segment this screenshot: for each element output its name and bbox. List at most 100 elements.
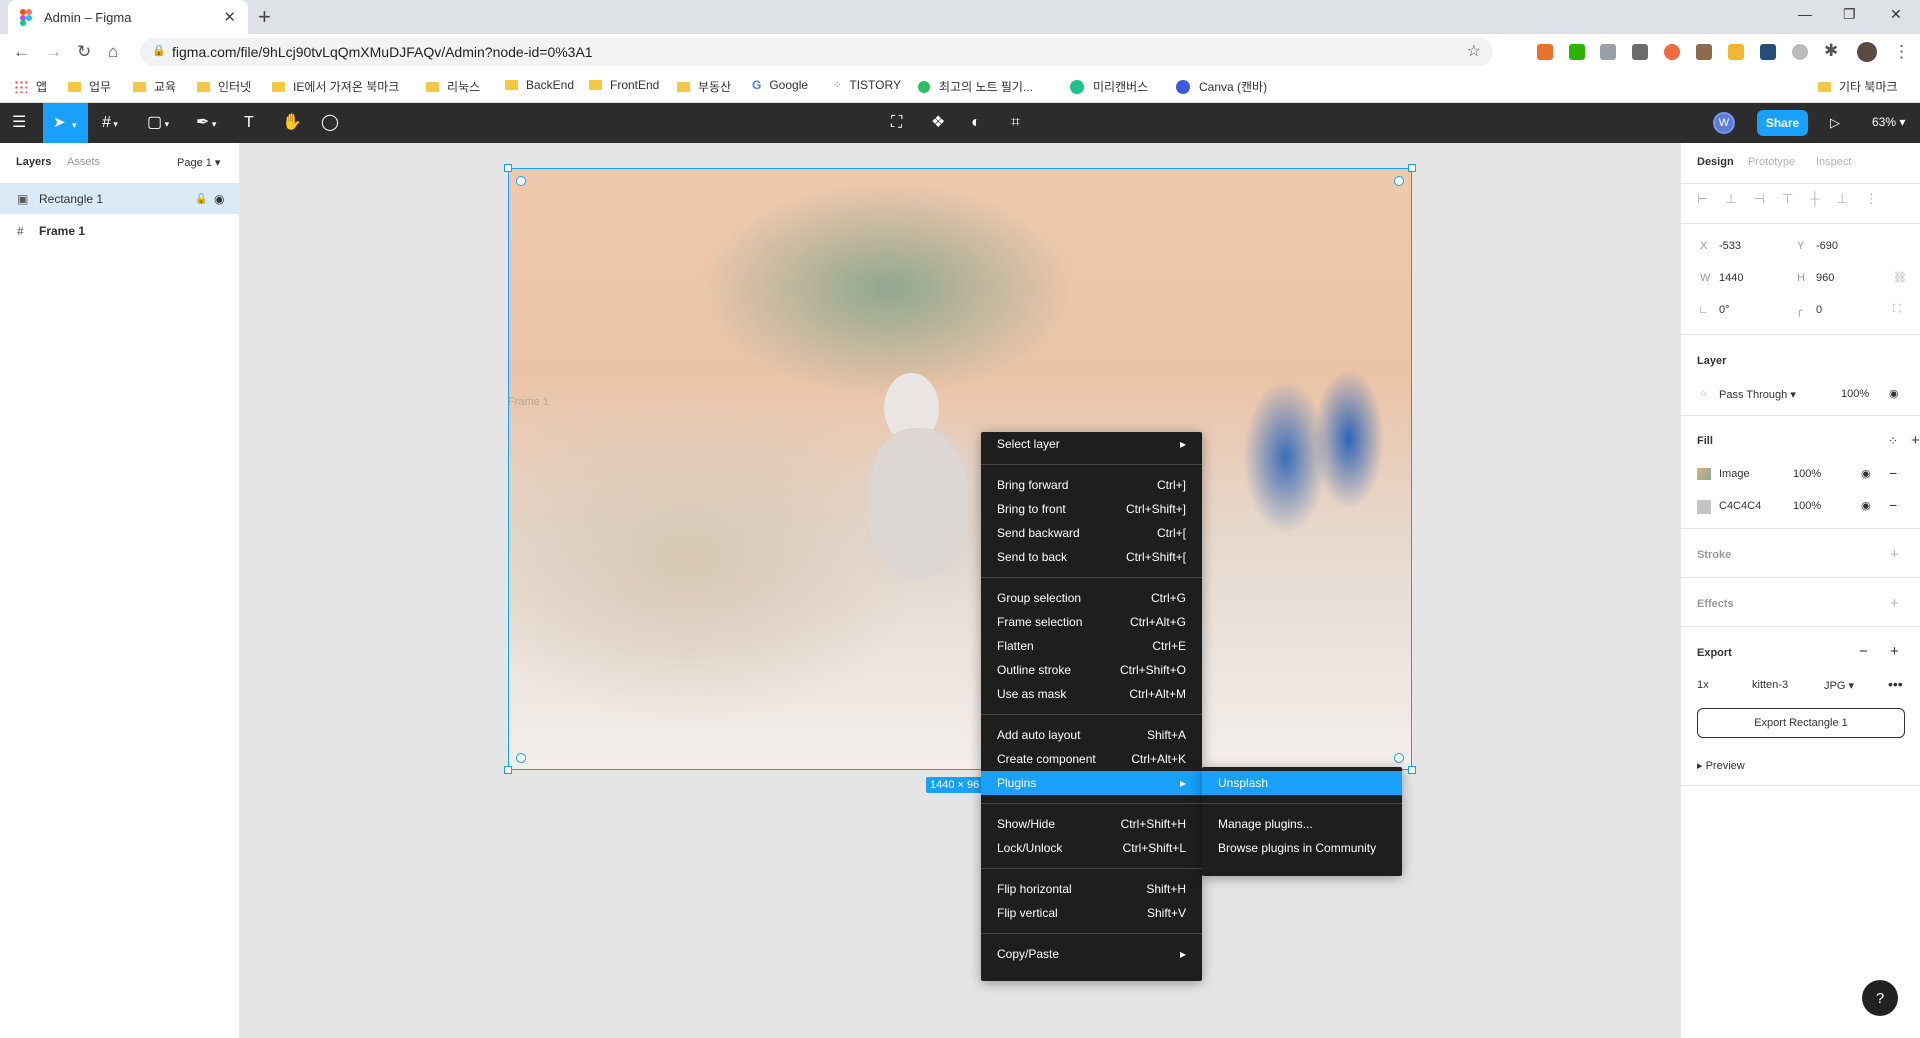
menu-item-bring-to-front[interactable]: Bring to front Ctrl+Shift+] [981, 497, 1202, 521]
extension-icon-4[interactable] [1632, 44, 1648, 60]
corner-radius-handle[interactable] [516, 753, 526, 763]
crop-icon[interactable]: ⌗ [1011, 113, 1020, 133]
frame-tool-icon[interactable]: # ▾ [102, 113, 118, 134]
page-selector[interactable]: Page 1 ▾ [177, 156, 220, 169]
canvas[interactable]: Frame 1 1440 × 96 [240, 143, 1680, 1038]
browser-tab[interactable]: Admin – Figma ✕ [8, 0, 248, 34]
back-icon[interactable]: ← [13, 42, 30, 62]
y-input[interactable]: -690 [1816, 240, 1838, 252]
naver-extension-icon[interactable] [1569, 44, 1585, 60]
menu-item-outline-stroke[interactable]: Outline stroke Ctrl+Shift+O [981, 658, 1202, 682]
menu-item-group-selection[interactable]: Group selection Ctrl+G [981, 586, 1202, 610]
menu-item-manage-plugins[interactable]: Manage plugins... [1202, 812, 1402, 836]
bookmark-folder[interactable]: 부동산 [677, 78, 731, 95]
tab-assets[interactable]: Assets [67, 156, 100, 168]
hand-tool-icon[interactable]: ✋ [282, 113, 302, 133]
x-input[interactable]: -533 [1719, 240, 1741, 252]
main-menu-icon[interactable]: ☰ [12, 113, 26, 133]
bookmark-tistory[interactable]: ⁘ TISTORY [833, 78, 901, 92]
bookmark-folder[interactable]: 업무 [68, 78, 111, 95]
add-effect-icon[interactable]: + [1890, 595, 1899, 612]
menu-item-flip-horizontal[interactable]: Flip horizontal Shift+H [981, 877, 1202, 901]
color-fill-swatch[interactable] [1697, 500, 1711, 514]
tab-prototype[interactable]: Prototype [1748, 156, 1795, 168]
bookmark-google[interactable]: G Google [752, 78, 808, 92]
corner-radius-handle[interactable] [1394, 753, 1404, 763]
blend-mode-select[interactable]: Pass Through ▾ [1719, 388, 1796, 401]
rotation-input[interactable]: 0° [1719, 304, 1730, 316]
preview-toggle[interactable]: ▸ Preview [1697, 759, 1745, 772]
star-icon[interactable]: ☆ [1467, 41, 1481, 61]
menu-item-frame-selection[interactable]: Frame selection Ctrl+Alt+G [981, 610, 1202, 634]
export-format-select[interactable]: JPG ▾ [1824, 679, 1854, 692]
add-export-icon[interactable]: + [1890, 643, 1899, 660]
corner-radius-handle[interactable] [516, 176, 526, 186]
corner-radius-handle[interactable] [1394, 176, 1404, 186]
eye-icon[interactable]: ◉ [1861, 499, 1871, 512]
extension-icon-9[interactable] [1792, 44, 1808, 60]
bookmark-folder[interactable]: BackEnd [505, 78, 574, 92]
menu-item-create-component[interactable]: Create component Ctrl+Alt+K [981, 747, 1202, 771]
user-avatar[interactable]: W [1713, 112, 1735, 134]
bookmark-folder[interactable]: IE에서 가져온 북마크 [272, 78, 399, 95]
menu-item-add-auto-layout[interactable]: Add auto layout Shift+A [981, 723, 1202, 747]
eye-icon[interactable]: ◉ [1889, 387, 1899, 400]
corner-radius-input[interactable]: 0 [1816, 304, 1822, 316]
profile-avatar[interactable] [1857, 42, 1877, 62]
menu-item-flip-vertical[interactable]: Flip vertical Shift+V [981, 901, 1202, 925]
shape-tool-icon[interactable]: ▢ ▾ [147, 113, 169, 134]
menu-item-copy-paste[interactable]: Copy/Paste ▸ [981, 942, 1202, 966]
layer-row-frame-1[interactable]: # Frame 1 [0, 216, 240, 246]
independent-corners-icon[interactable]: ⛶ [1893, 303, 1901, 316]
comment-tool-icon[interactable]: ◯ [321, 113, 339, 133]
fill-name[interactable]: C4C4C4 [1719, 500, 1761, 512]
align-tools[interactable]: ⊢⊥⊣⊤┼⊥⋮ [1697, 191, 1895, 207]
export-button[interactable]: Export Rectangle 1 [1697, 708, 1905, 738]
present-play-icon[interactable]: ▷ [1830, 113, 1840, 133]
fill-opacity[interactable]: 100% [1793, 500, 1821, 512]
bookmark-miricanvas[interactable]: 미리캔버스 [1070, 78, 1148, 95]
vuetify-extension-icon[interactable] [1600, 44, 1616, 60]
bookmark-folder[interactable]: FrontEnd [589, 78, 659, 92]
bookmark-other-folder[interactable]: 기타 북마크 [1818, 78, 1898, 95]
resize-handle[interactable] [504, 766, 512, 774]
minimize-icon[interactable]: — [1798, 6, 1812, 22]
fill-opacity[interactable]: 100% [1793, 468, 1821, 480]
menu-item-select-layer[interactable]: Select layer ▸ [981, 432, 1202, 456]
window-close-icon[interactable]: ✕ [1890, 6, 1902, 23]
bookmark-evernote[interactable]: 최고의 노트 필기... [918, 78, 1033, 95]
resize-handle[interactable] [504, 164, 512, 172]
constrain-proportions-icon[interactable]: ⛓ [1893, 271, 1907, 284]
pen-tool-icon[interactable]: ✒ ▾ [196, 113, 216, 134]
zoom-dropdown[interactable]: 63% ▾ [1872, 115, 1905, 129]
menu-item-bring-forward[interactable]: Bring forward Ctrl+] [981, 473, 1202, 497]
help-button[interactable]: ? [1862, 980, 1898, 1016]
menu-item-flatten[interactable]: Flatten Ctrl+E [981, 634, 1202, 658]
text-tool-icon[interactable]: T [244, 113, 254, 133]
move-tool-button[interactable]: ➤ ▾ [43, 103, 88, 143]
menu-item-send-backward[interactable]: Send backward Ctrl+[ [981, 521, 1202, 545]
menu-item-plugins[interactable]: Plugins ▸ [981, 771, 1202, 795]
menu-item-browse-plugins[interactable]: Browse plugins in Community [1202, 836, 1402, 860]
extension-icon-6[interactable] [1696, 44, 1712, 60]
remove-fill-icon[interactable]: − [1889, 497, 1897, 513]
url-input[interactable]: 🔒 figma.com/file/9hLcj90tvLqQmXMuDJFAQv/… [140, 38, 1493, 66]
new-tab-icon[interactable]: + [258, 4, 271, 30]
tab-layers[interactable]: Layers [16, 156, 51, 168]
tab-design[interactable]: Design [1697, 156, 1734, 168]
share-button[interactable]: Share [1757, 110, 1808, 136]
home-icon[interactable]: ⌂ [108, 42, 118, 62]
fill-styles-icon[interactable]: ⁘ [1888, 434, 1898, 448]
eye-icon[interactable]: ◉ [214, 192, 224, 206]
menu-item-send-to-back[interactable]: Send to back Ctrl+Shift+[ [981, 545, 1202, 569]
eye-icon[interactable]: ◉ [1861, 467, 1871, 480]
export-options-icon[interactable]: ••• [1888, 676, 1903, 692]
tab-inspect[interactable]: Inspect [1816, 156, 1851, 168]
bookmark-folder[interactable]: 리눅스 [426, 78, 480, 95]
resize-handle[interactable] [1408, 164, 1416, 172]
layer-row-rectangle-1[interactable]: ▣ Rectangle 1 🔓 ◉ [0, 184, 240, 214]
close-tab-icon[interactable]: ✕ [223, 8, 236, 26]
w-input[interactable]: 1440 [1719, 272, 1743, 284]
bookmark-folder[interactable]: 교육 [133, 78, 176, 95]
extension-icon-7[interactable] [1728, 44, 1744, 60]
